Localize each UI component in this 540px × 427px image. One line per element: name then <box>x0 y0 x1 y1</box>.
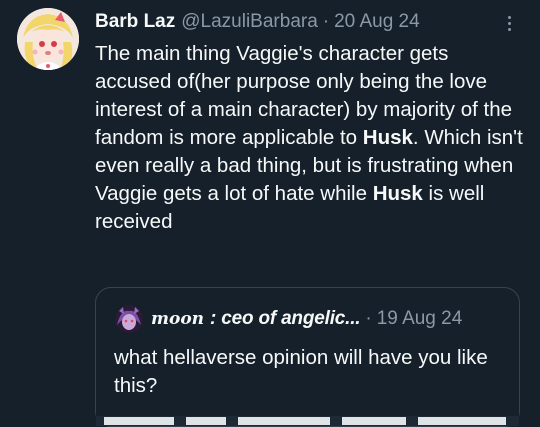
quoted-author-avatar[interactable] <box>115 305 143 333</box>
more-horizontal-icon[interactable] <box>496 10 522 36</box>
author-avatar[interactable] <box>17 8 79 70</box>
tweet[interactable]: Barb Laz @LazuliBarbara · 20 Aug 24 The … <box>0 0 540 427</box>
author-name[interactable]: Barb Laz <box>95 11 175 33</box>
avatar-image <box>17 8 79 70</box>
quoted-author-name[interactable]: : ceo of angelic... <box>210 308 361 330</box>
tweet-text-bold-husk: Husk <box>372 182 423 205</box>
separator-dot: · <box>322 11 330 32</box>
quoted-tweet-text: what hellaverse opinion will have you li… <box>114 346 488 397</box>
quoted-tweet-header: moon : ceo of angelic... · 19 Aug 24 <box>151 306 462 332</box>
tweet-header: Barb Laz @LazuliBarbara · 20 Aug 24 <box>95 9 420 35</box>
separator-dot: · <box>365 308 372 329</box>
author-handle[interactable]: @LazuliBarbara <box>181 11 318 33</box>
quoted-tweet-date[interactable]: 19 Aug 24 <box>377 308 463 330</box>
tweet-date[interactable]: 20 Aug 24 <box>334 11 420 33</box>
tweet-text: The main thing Vaggie's character gets a… <box>95 40 525 236</box>
quoted-tweet[interactable]: moon : ceo of angelic... · 19 Aug 24 wha… <box>95 287 520 427</box>
quoted-author-name-script[interactable]: moon <box>151 309 204 329</box>
quoted-media-preview <box>96 408 519 426</box>
media-preview-strip <box>96 408 519 426</box>
quoted-avatar-image <box>115 305 143 333</box>
tweet-text-bold-husk: Husk <box>362 126 413 149</box>
